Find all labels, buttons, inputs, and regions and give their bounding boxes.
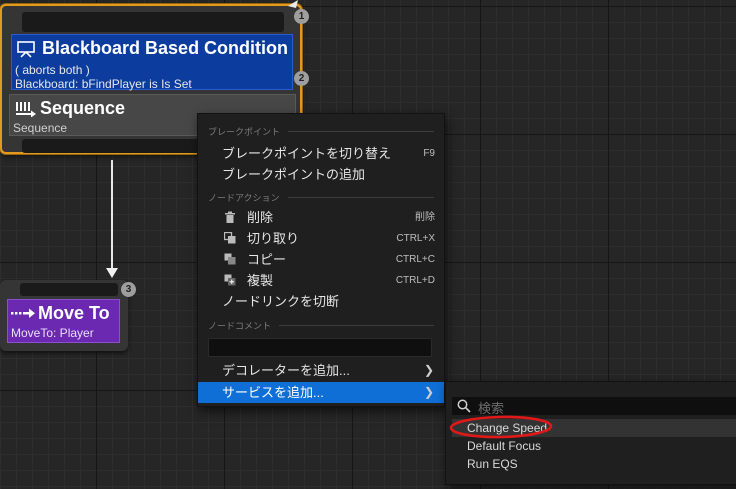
- move-to-title: Move To: [38, 303, 110, 323]
- blackboard-decorator[interactable]: Blackboard Based Condition ( aborts both…: [11, 34, 293, 91]
- connection-wire: [106, 160, 118, 278]
- move-arrow-icon: [11, 308, 35, 318]
- menu-item-toggle-breakpoint[interactable]: ブレークポイントを切り替え F9: [198, 143, 444, 164]
- duplicate-icon: [224, 274, 236, 286]
- list-item-run-eqs[interactable]: Run EQS: [452, 455, 736, 473]
- menu-item-add-service[interactable]: サービスを追加... ❯: [198, 382, 444, 403]
- chevron-right-icon: ❯: [423, 385, 434, 399]
- section-header-node-actions: ノードアクション: [208, 191, 434, 204]
- annotation-circle: [449, 415, 553, 439]
- blackboard-icon: [17, 41, 35, 58]
- cut-icon: [224, 232, 236, 244]
- move-to-subtitle: MoveTo: Player: [11, 326, 94, 340]
- decorator-title: Blackboard Based Condition: [42, 38, 289, 58]
- menu-item-duplicate[interactable]: 複製 CTRL+D: [198, 270, 444, 291]
- search-icon: [457, 399, 471, 413]
- menu-item-add-decorator[interactable]: デコレーターを追加... ❯: [198, 360, 444, 381]
- move-to-node[interactable]: Move To MoveTo: Player: [0, 280, 128, 351]
- corner-marker-icon: [288, 0, 298, 8]
- execution-order-badge: 3: [121, 282, 136, 297]
- chevron-right-icon: ❯: [423, 363, 434, 377]
- menu-item-delete[interactable]: 削除 削除: [198, 207, 444, 228]
- execution-order-badge: 2: [294, 71, 309, 86]
- menu-item-add-breakpoint[interactable]: ブレークポイントの追加: [198, 164, 444, 185]
- sequence-subtitle: Sequence: [13, 121, 68, 135]
- copy-icon: [224, 253, 236, 265]
- node-comment-input[interactable]: [208, 338, 432, 357]
- input-pin[interactable]: [20, 283, 118, 296]
- context-menu: ブレークポイント ブレークポイントを切り替え F9 ブレークポイントの追加 ノー…: [197, 113, 445, 407]
- move-to-body[interactable]: Move To MoveTo: Player: [7, 299, 120, 343]
- trash-icon: [225, 211, 235, 223]
- section-header-breakpoint: ブレークポイント: [208, 125, 434, 138]
- sequence-icon: [16, 102, 36, 117]
- decorator-description: Blackboard: bFindPlayer is Is Set: [15, 77, 192, 91]
- menu-item-break-links[interactable]: ノードリンクを切断: [198, 291, 444, 312]
- input-pin[interactable]: [22, 12, 284, 32]
- menu-item-cut[interactable]: 切り取り CTRL+X: [198, 228, 444, 249]
- decorator-abort-mode: ( aborts both ): [15, 63, 90, 77]
- sequence-title: Sequence: [40, 98, 126, 118]
- execution-order-badge: 1: [294, 9, 309, 24]
- menu-item-copy[interactable]: コピー CTRL+C: [198, 249, 444, 270]
- section-header-node-comment: ノードコメント: [208, 319, 434, 332]
